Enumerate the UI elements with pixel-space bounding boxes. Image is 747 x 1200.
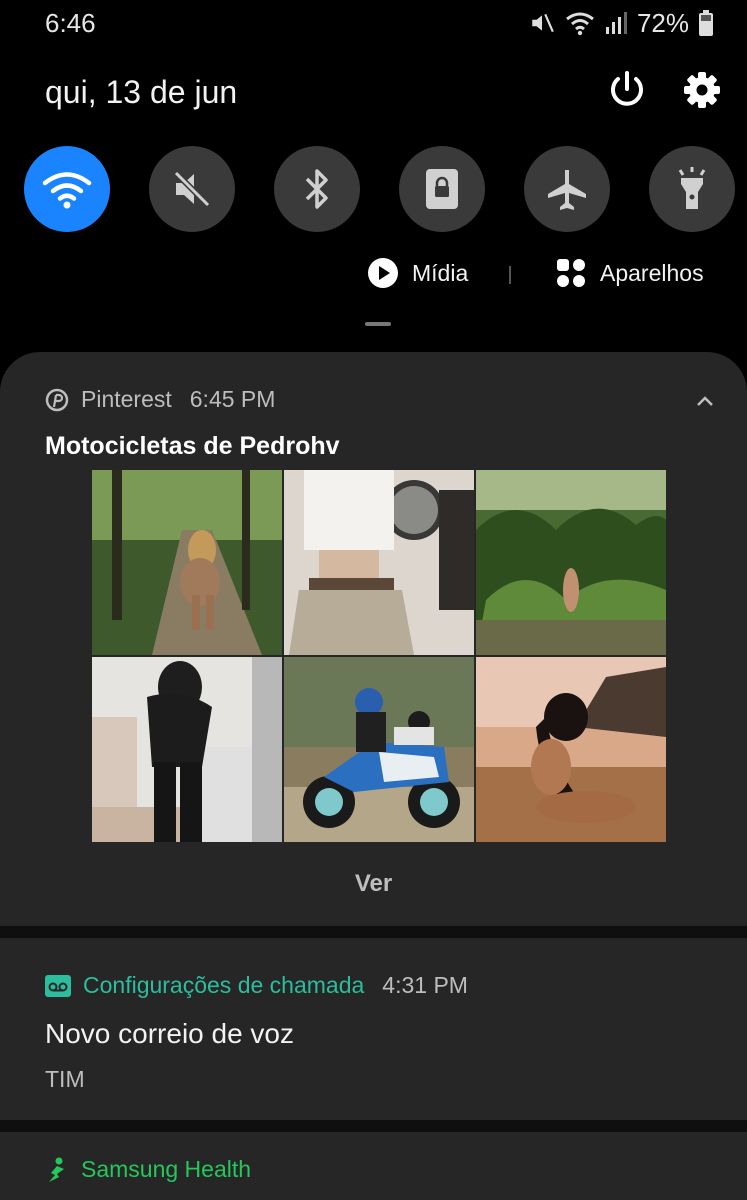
media-divider: [509, 266, 511, 284]
notification-separator: [0, 926, 747, 938]
gear-icon[interactable]: [682, 70, 722, 110]
view-button[interactable]: Ver: [0, 870, 747, 898]
media-label: Mídia: [412, 259, 469, 286]
power-icon[interactable]: [605, 68, 649, 112]
wifi-icon: [42, 172, 92, 209]
sound-tile[interactable]: [149, 146, 235, 232]
status-time: 6:46: [45, 8, 96, 38]
pinterest-notification[interactable]: Pinterest 6:45 PM Motocicletas de Pedroh…: [0, 352, 747, 926]
play-icon: [368, 258, 398, 288]
battery-icon: [699, 10, 713, 36]
bluetooth-icon: [305, 169, 328, 209]
pinterest-time: 6:45 PM: [189, 386, 276, 412]
beach-sunset-photo[interactable]: [476, 657, 666, 842]
mute-icon: [173, 170, 211, 208]
samsung-health-app-name: Samsung Health: [81, 1156, 252, 1182]
date-label[interactable]: qui, 13 de jun: [45, 74, 237, 111]
notification-panel: Pinterest 6:45 PM Motocicletas de Pedroh…: [0, 352, 747, 1200]
quick-settings-tiles: [24, 146, 744, 232]
flashlight-icon: [678, 167, 706, 209]
chevron-up-icon[interactable]: [693, 390, 717, 414]
signal-icon: [605, 12, 627, 34]
devices-label: Aparelhos: [600, 259, 704, 286]
pinterest-title: Motocicletas de Pedrohv: [45, 432, 340, 460]
wifi-icon: [566, 12, 594, 36]
drag-handle[interactable]: [365, 322, 391, 326]
rotation-lock-tile[interactable]: [399, 146, 485, 232]
media-button[interactable]: Mídia: [368, 258, 468, 288]
pinterest-icon: [45, 388, 69, 411]
voicemail-notification[interactable]: Configurações de chamada 4:31 PM Novo co…: [0, 938, 747, 1120]
wifi-tile[interactable]: [24, 146, 110, 232]
voicemail-icon: [45, 974, 71, 997]
jungle-photo[interactable]: [476, 470, 666, 655]
voicemail-time: 4:31 PM: [382, 972, 468, 998]
voicemail-app-name: Configurações de chamada: [83, 972, 365, 998]
bluetooth-tile[interactable]: [274, 146, 360, 232]
pin-image-grid: [92, 470, 666, 842]
mute-icon: [532, 13, 554, 33]
mirror-selfie-photo[interactable]: [284, 470, 474, 655]
devices-button[interactable]: Aparelhos: [556, 258, 704, 288]
forest-trail-photo[interactable]: [92, 470, 282, 655]
devices-icon: [557, 259, 585, 287]
pinterest-app-row: Pinterest 6:45 PM: [45, 386, 275, 413]
black-outfit-selfie-photo[interactable]: [92, 657, 282, 842]
voicemail-app-row: Configurações de chamada 4:31 PM: [45, 972, 468, 999]
media-devices-row: Mídia Aparelhos: [0, 252, 747, 298]
voicemail-subtitle: TIM: [45, 1066, 85, 1092]
battery-percent: 72%: [636, 7, 689, 38]
lock-icon: [426, 169, 458, 209]
airplane-icon: [548, 170, 586, 210]
motorcycle-photo[interactable]: [284, 657, 474, 842]
samsung-health-notification[interactable]: Samsung Health: [0, 1132, 747, 1200]
notification-separator: [0, 1120, 747, 1132]
status-bar: 6:46 72%: [0, 0, 747, 48]
voicemail-title: Novo correio de voz: [45, 1018, 295, 1049]
samsung-health-icon: [49, 1157, 64, 1182]
airplane-tile[interactable]: [524, 146, 610, 232]
health-app-row: Samsung Health: [45, 1156, 251, 1183]
status-icons: 72%: [529, 8, 713, 38]
pinterest-app-name: Pinterest: [81, 386, 172, 412]
flashlight-tile[interactable]: [649, 146, 735, 232]
